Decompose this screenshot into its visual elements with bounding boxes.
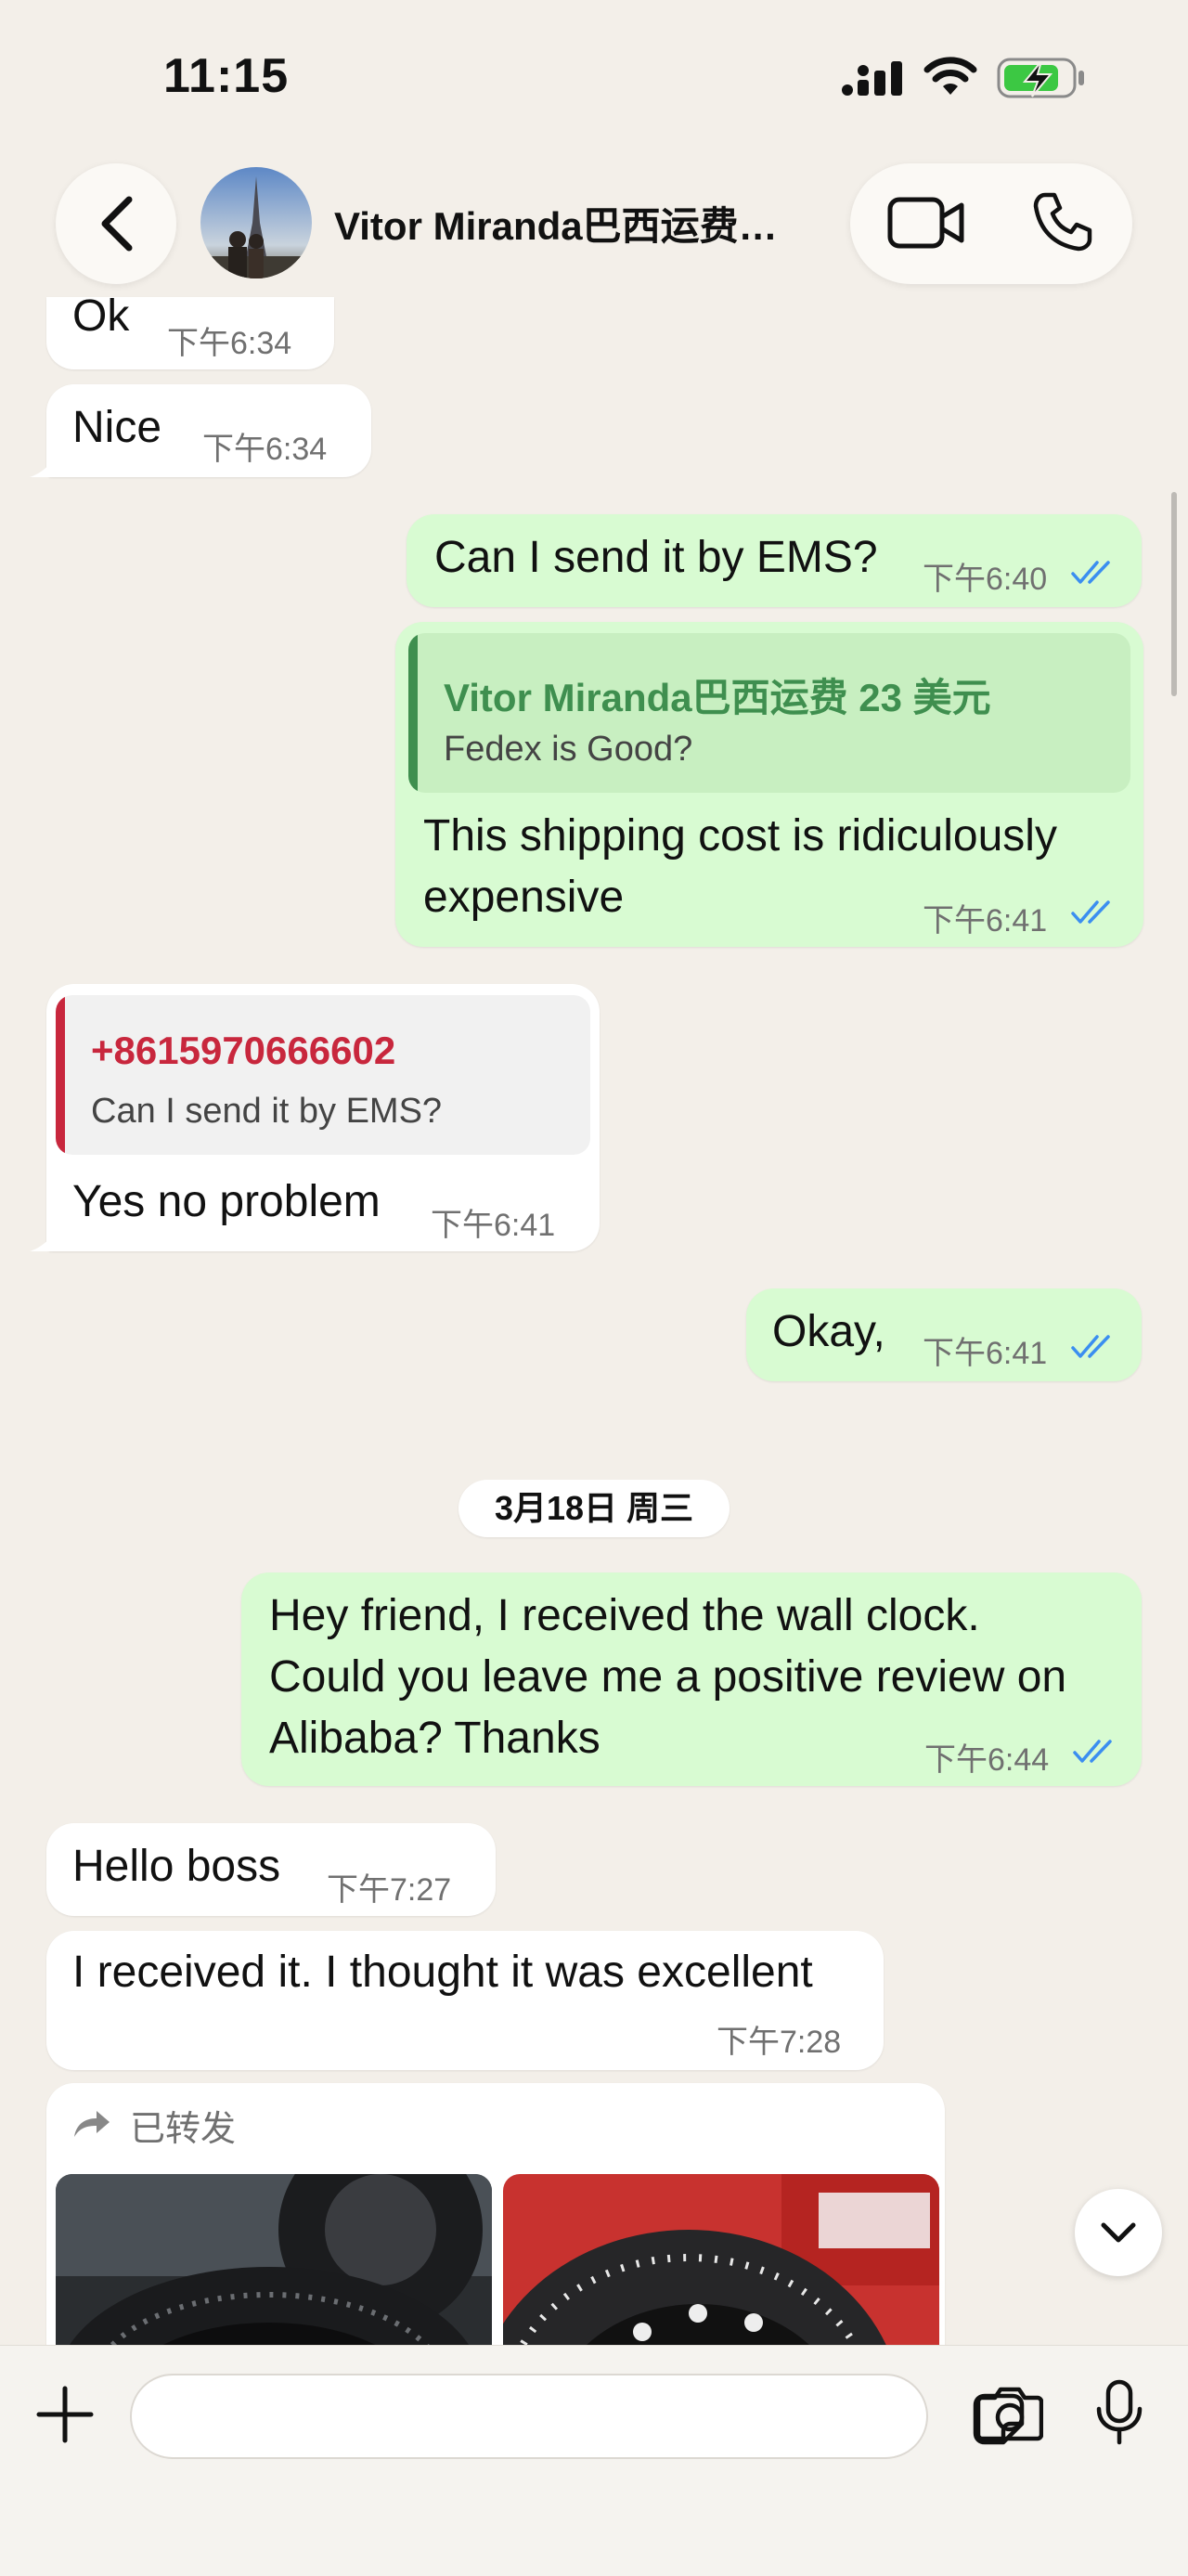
read-receipt-icon [1073,1740,1112,1763]
phone-call-icon[interactable] [1032,191,1093,252]
message-text: Can I send it by EMS? [434,533,878,582]
message-time: 下午6:34 [167,326,292,361]
scrollbar[interactable] [1171,492,1177,696]
quoted-message[interactable]: Vitor Miranda巴西运费 23 美元 Fedex is Good? [408,633,1130,793]
contact-name[interactable]: Vitor Miranda巴西运费… [334,195,778,252]
date-separator: 3月18日 周三 [458,1480,730,1537]
contact-avatar[interactable] [200,167,312,278]
chevron-down-icon [1101,2222,1136,2243]
message-time: 下午6:41 [431,1208,556,1243]
message-text-line: Hey friend, I received the wall clock. [269,1591,980,1640]
forwarded-label: 已转发 [130,2110,237,2149]
bubble-tail [30,1227,58,1251]
message-text: Okay, [772,1307,885,1356]
message-text-line: Alibaba? Thanks [269,1714,600,1763]
chevron-left-icon [101,196,133,252]
plus-icon[interactable] [35,2385,95,2444]
quote-text: Fedex is Good? [444,730,693,769]
message-outgoing[interactable]: Okay, 下午6:41 [746,1288,1142,1381]
message-text-line: expensive [423,873,625,922]
message-outgoing[interactable]: Vitor Miranda巴西运费 23 美元 Fedex is Good? T… [395,622,1143,947]
video-call-icon[interactable] [887,194,965,252]
message-input[interactable] [130,2374,1025,2459]
scroll-to-bottom-button[interactable] [1075,2189,1162,2276]
message-incoming[interactable]: I received it. I thought it was excellen… [46,1931,884,2070]
message-time: 下午6:40 [923,562,1048,597]
read-receipt-icon [1071,561,1110,584]
bubble-tail [30,453,58,477]
message-time: 下午6:41 [923,903,1048,938]
message-text: Ok [72,291,130,341]
message-text-line: Could you leave me a positive review on [269,1652,1067,1702]
message-text-line: This shipping cost is ridiculously [423,811,1057,861]
avatar-photo [200,167,312,278]
camera-icon[interactable] [976,2385,1043,2442]
call-actions [850,163,1132,284]
quote-bar [408,633,418,793]
message-composer [0,2345,1188,2576]
message-time: 下午7:28 [717,2025,842,2060]
quote-author: Vitor Miranda巴西运费 23 美元 [444,676,991,719]
message-incoming[interactable]: +8615970666602 Can I send it by EMS? Yes… [46,984,600,1251]
wifi-icon [923,57,977,95]
cellular-signal-icon [842,61,902,96]
message-incoming[interactable]: Hello boss 下午7:27 [46,1823,496,1916]
read-receipt-icon [1071,1335,1110,1358]
status-time: 11:15 [163,49,290,103]
battery-charging-icon [997,58,1084,98]
message-time: 下午7:27 [327,1872,452,1908]
message-text: Nice [72,403,162,452]
message-time: 下午6:44 [924,1742,1050,1778]
message-text: I received it. I thought it was excellen… [72,1948,813,1997]
microphone-icon[interactable] [1095,2379,1143,2446]
quote-bar [56,995,65,1155]
message-text: Yes no problem [72,1177,381,1226]
quote-author: +8615970666602 [91,1029,396,1072]
read-receipt-icon [1071,900,1110,924]
message-outgoing[interactable]: Hey friend, I received the wall clock. C… [241,1573,1142,1786]
back-button[interactable] [56,163,176,284]
forward-icon [74,2111,110,2137]
message-incoming[interactable]: Ok 下午6:34 [46,291,334,369]
message-time: 下午6:41 [923,1336,1048,1371]
quoted-message[interactable]: +8615970666602 Can I send it by EMS? [56,995,590,1155]
message-text: Hello boss [72,1842,281,1891]
quote-text: Can I send it by EMS? [91,1092,443,1131]
message-time: 下午6:34 [202,432,328,467]
message-incoming[interactable]: Nice 下午6:34 [46,384,371,477]
message-outgoing[interactable]: Can I send it by EMS? 下午6:40 [407,514,1142,607]
status-bar: 11:15 [0,0,1188,149]
